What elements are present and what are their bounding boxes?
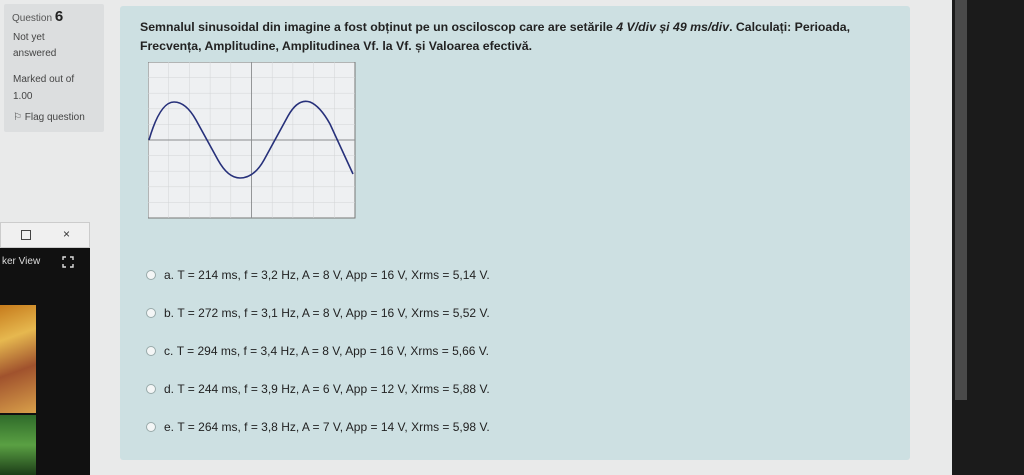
scrollbar[interactable] (955, 0, 967, 400)
question-marks: Marked out of 1.00 (13, 74, 75, 102)
thumbnail-image (0, 415, 36, 475)
viewer-titlebar: × (0, 222, 90, 248)
close-icon[interactable]: × (63, 227, 70, 241)
answer-option-b[interactable]: b. T = 272 ms, f = 3,1 Hz, A = 8 V, App … (146, 306, 490, 320)
thumbnail-image (0, 305, 36, 413)
expand-icon[interactable] (62, 256, 74, 268)
flag-icon: ⚐ (13, 112, 22, 123)
radio-button[interactable] (146, 346, 156, 356)
question-status: Not yet answered (13, 32, 57, 59)
question-text: Semnalul sinusoidal din imagine a fost o… (140, 20, 851, 53)
question-number: Question 6 (12, 8, 64, 25)
answer-option-c[interactable]: c. T = 294 ms, f = 3,4 Hz, A = 8 V, App … (146, 344, 489, 358)
answer-option-a[interactable]: a. T = 214 ms, f = 3,2 Hz, A = 8 V, App … (146, 268, 490, 282)
oscilloscope-settings: 4 V/div și 49 ms/div (616, 20, 730, 34)
radio-button[interactable] (146, 422, 156, 432)
flag-question-link[interactable]: ⚐ Flag question (13, 112, 85, 123)
radio-button[interactable] (146, 270, 156, 280)
question-number-value: 6 (54, 8, 64, 25)
radio-button[interactable] (146, 384, 156, 394)
maximize-icon[interactable] (21, 230, 31, 240)
radio-button[interactable] (146, 308, 156, 318)
viewer-label: ker View (2, 256, 41, 267)
question-info-panel: Question 6 Not yet answered Marked out o… (4, 4, 104, 132)
answer-option-d[interactable]: d. T = 244 ms, f = 3,9 Hz, A = 6 V, App … (146, 382, 490, 396)
answer-option-e[interactable]: e. T = 264 ms, f = 3,8 Hz, A = 7 V, App … (146, 420, 490, 434)
oscilloscope-image (148, 62, 356, 219)
